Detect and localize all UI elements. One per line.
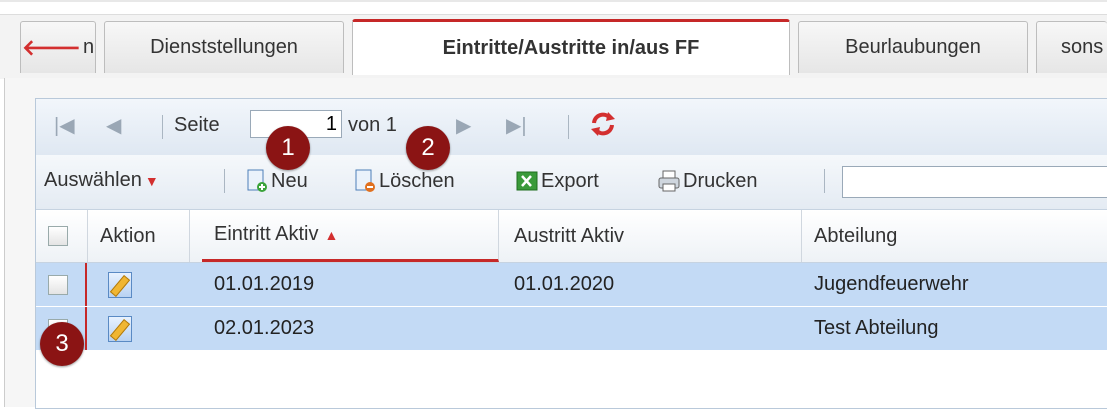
row-marker xyxy=(85,263,87,306)
separator xyxy=(162,115,163,139)
tab-label: n xyxy=(82,36,95,58)
separator xyxy=(568,115,569,139)
row-select-cell xyxy=(36,263,88,306)
caret-down-icon: ▼ xyxy=(144,172,159,189)
tab-dienststellungen[interactable]: Dienststellungen xyxy=(104,21,344,73)
separator xyxy=(224,169,225,193)
austritt-cell: 01.01.2020 xyxy=(514,273,615,295)
select-all-checkbox[interactable] xyxy=(48,226,68,246)
printer-icon xyxy=(658,170,680,192)
delete-label: Löschen xyxy=(379,169,455,192)
action-cell xyxy=(96,263,196,306)
abteilung-cell: Jugendfeuerwehr xyxy=(814,273,969,295)
new-button[interactable]: Neu xyxy=(246,169,308,193)
column-header-eintritt[interactable]: Eintritt Aktiv ▲ xyxy=(202,210,499,262)
column-label: Austritt Aktiv xyxy=(514,224,625,247)
first-page-icon[interactable]: |◀ xyxy=(54,113,75,138)
excel-export-icon xyxy=(516,171,538,191)
separator xyxy=(824,169,825,193)
column-header-abteilung[interactable]: Abteilung xyxy=(802,210,1107,262)
sort-asc-icon: ▲ xyxy=(324,226,339,243)
tab-label: Eintritte/Austritte in/aus FF xyxy=(442,37,700,59)
tab-bar: 🡐 n Dienststellungen Eintritte/Austritte… xyxy=(0,14,1107,79)
delete-document-icon xyxy=(355,169,375,192)
print-button[interactable]: Drucken xyxy=(658,169,757,193)
select-all-cell xyxy=(36,210,88,262)
print-label: Drucken xyxy=(683,169,758,192)
column-label: Abteilung xyxy=(814,224,898,247)
select-label: Auswählen xyxy=(44,169,142,191)
export-button[interactable]: Export xyxy=(516,169,599,193)
column-header-aktion[interactable]: Aktion xyxy=(88,210,190,262)
search-input[interactable] xyxy=(842,166,1107,198)
tab-sonstiges[interactable]: sons xyxy=(1036,21,1107,73)
new-label: Neu xyxy=(271,169,308,192)
column-label: Eintritt Aktiv xyxy=(214,223,319,245)
edit-icon[interactable] xyxy=(108,315,132,342)
tab-label: sons xyxy=(1061,36,1104,58)
delete-button[interactable]: Löschen xyxy=(354,169,455,193)
top-divider xyxy=(0,0,1107,2)
page-label: Seite xyxy=(174,114,220,136)
tab-label: Beurlaubungen xyxy=(845,36,981,58)
next-page-icon[interactable]: ▶ xyxy=(456,113,471,138)
column-label: Aktion xyxy=(100,224,156,247)
table-row[interactable]: 01.01.2019 01.01.2020 Jugendfeuerwehr xyxy=(36,263,1107,307)
arrow-left-icon[interactable]: 🡐 xyxy=(22,35,81,61)
paging-toolbar: |◀ ◀ Seite von 1 ▶ ▶| xyxy=(36,99,1107,156)
annotation-badge-2: 2 xyxy=(406,126,450,170)
abteilung-cell: Test Abteilung xyxy=(814,317,939,339)
column-header-austritt[interactable]: Austritt Aktiv xyxy=(502,210,802,262)
grid-header: Aktion Eintritt Aktiv ▲ Austritt Aktiv A… xyxy=(36,210,1107,263)
tab-scroll-left[interactable]: 🡐 n xyxy=(20,21,96,73)
austritt-cell xyxy=(502,307,802,350)
row-marker xyxy=(85,307,87,350)
tab-eintritte-austritte[interactable]: Eintritte/Austritte in/aus FF xyxy=(352,19,790,75)
annotation-badge-3: 3 xyxy=(40,322,84,366)
prev-page-icon[interactable]: ◀ xyxy=(106,113,121,138)
eintritt-cell: 02.01.2023 xyxy=(214,317,315,339)
action-toolbar: Auswählen ▼ Neu Löschen Export Drucken xyxy=(36,155,1107,210)
table-row[interactable]: 02.01.2023 Test Abteilung xyxy=(36,307,1107,351)
page-of-label: von 1 xyxy=(348,114,397,136)
edit-icon[interactable] xyxy=(108,271,132,298)
row-checkbox[interactable] xyxy=(48,274,68,295)
last-page-icon[interactable]: ▶| xyxy=(506,113,527,138)
refresh-icon[interactable] xyxy=(588,109,618,139)
tab-beurlaubungen[interactable]: Beurlaubungen xyxy=(798,21,1028,73)
action-cell xyxy=(96,307,196,350)
export-label: Export xyxy=(541,169,599,192)
tab-label: Dienststellungen xyxy=(150,36,298,58)
eintritt-cell: 01.01.2019 xyxy=(214,273,315,295)
select-menu-button[interactable]: Auswählen ▼ xyxy=(44,169,159,192)
grid-panel: |◀ ◀ Seite von 1 ▶ ▶| Auswählen ▼ xyxy=(35,98,1107,409)
content-frame: |◀ ◀ Seite von 1 ▶ ▶| Auswählen ▼ xyxy=(4,78,1107,409)
new-document-icon xyxy=(247,169,267,192)
annotation-badge-1: 1 xyxy=(266,126,310,170)
